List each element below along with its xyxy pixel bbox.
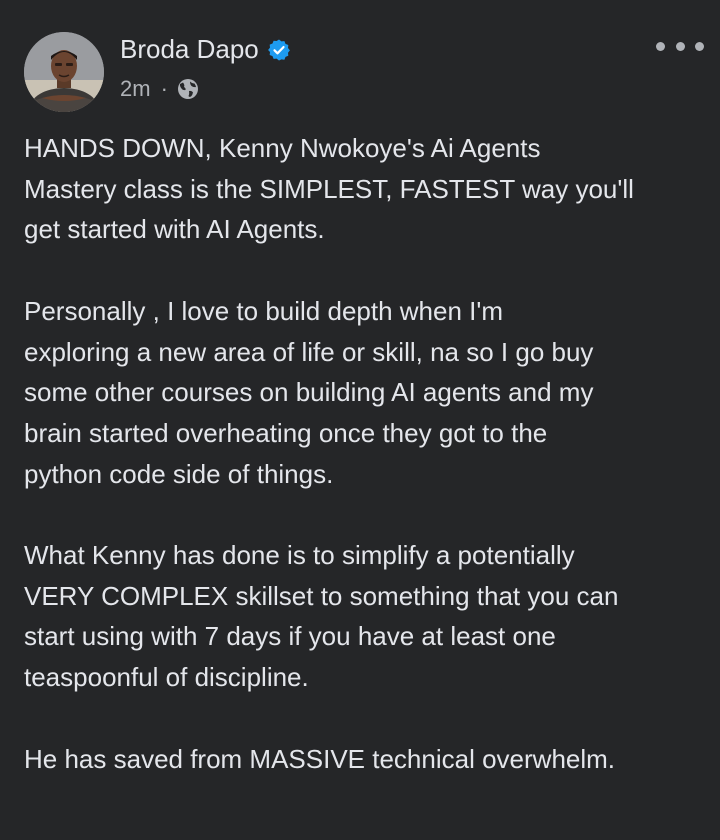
author-avatar[interactable] (24, 32, 104, 112)
post-paragraph: He has saved from MASSIVE technical over… (24, 743, 616, 774)
verified-badge-icon (267, 38, 291, 62)
post-paragraph: Personally , I love to build depth when … (24, 295, 594, 489)
more-horizontal-icon-dot (675, 41, 685, 51)
post-meta: 2m · (120, 76, 200, 102)
more-horizontal-icon (656, 41, 665, 51)
meta-separator: · (160, 76, 168, 101)
author-name[interactable]: Broda Dapo (120, 34, 259, 65)
globe-icon (176, 77, 200, 101)
post-timestamp[interactable]: 2m (120, 76, 151, 102)
more-horizontal-icon-dot (695, 41, 704, 51)
post-card: Broda Dapo 2m · HANDS DOWN, Kenny Nwokoy… (0, 0, 720, 840)
post-header: Broda Dapo 2m · (24, 30, 704, 112)
post-paragraph: What Kenny has done is to simplify a pot… (24, 540, 619, 693)
post-body: HANDS DOWN, Kenny Nwokoye's Ai Agents Ma… (24, 128, 704, 779)
more-options-button[interactable] (656, 32, 704, 60)
author-name-row: Broda Dapo (120, 34, 291, 65)
post-paragraph: HANDS DOWN, Kenny Nwokoye's Ai Agents Ma… (24, 133, 634, 245)
avatar-image (24, 32, 104, 112)
